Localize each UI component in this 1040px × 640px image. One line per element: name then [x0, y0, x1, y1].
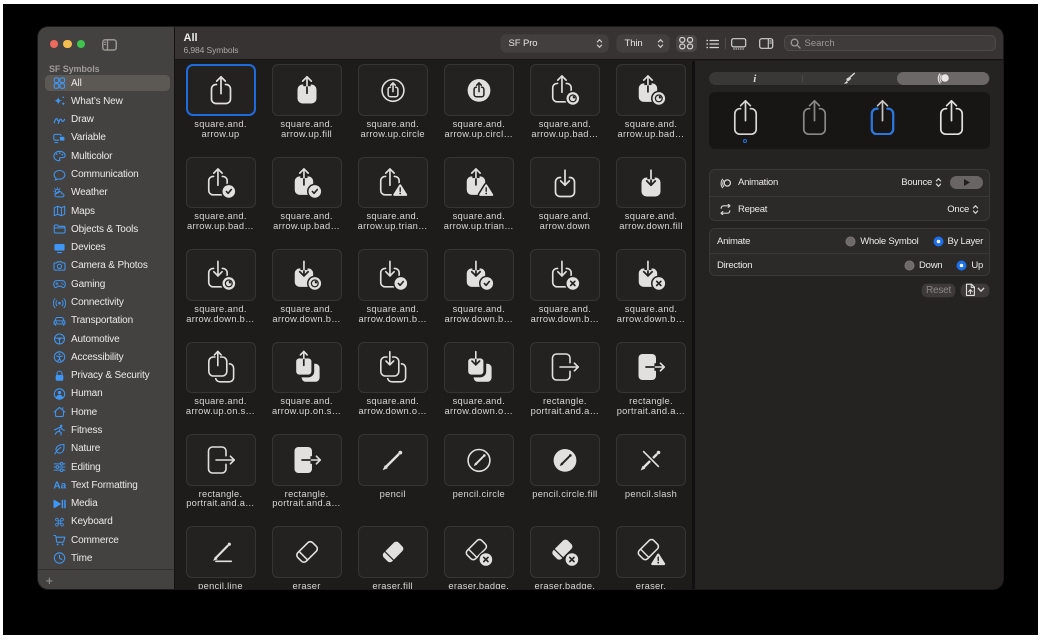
svg-text:⌘: ⌘	[53, 516, 64, 528]
svg-text:Aa: Aa	[53, 481, 66, 491]
svg-text:i: i	[754, 73, 758, 84]
